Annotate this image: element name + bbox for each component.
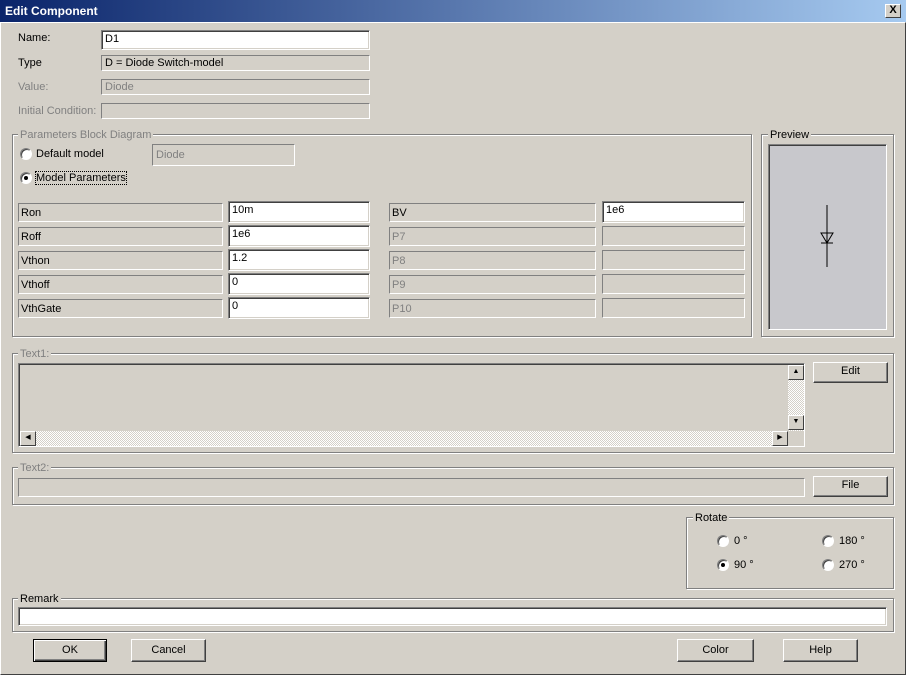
remark-label: Remark bbox=[18, 593, 61, 605]
param-field-p9 bbox=[602, 274, 745, 294]
model-parameters-radio[interactable] bbox=[20, 172, 32, 184]
param-label-bv: BV bbox=[389, 203, 596, 222]
default-model-radio[interactable] bbox=[20, 148, 32, 160]
radio-selected-icon bbox=[20, 172, 32, 184]
close-icon: X bbox=[889, 4, 897, 16]
radio-icon bbox=[20, 148, 32, 160]
preview-canvas bbox=[768, 144, 887, 330]
param-label-p10: P10 bbox=[389, 299, 596, 318]
param-field-vthon[interactable]: 1.2 bbox=[228, 249, 370, 271]
default-model-field: Diode bbox=[152, 144, 295, 166]
param-field-p7 bbox=[602, 226, 745, 246]
param-label-p8: P8 bbox=[389, 251, 596, 270]
param-label-ron: Ron bbox=[18, 203, 223, 222]
model-parameters-label[interactable]: Model Parameters bbox=[35, 171, 127, 185]
title-bar[interactable]: Edit Component X bbox=[0, 0, 906, 22]
value-field: Diode bbox=[101, 79, 370, 95]
color-button[interactable]: Color bbox=[677, 639, 754, 662]
param-field-vthgate[interactable]: 0 bbox=[228, 297, 370, 319]
rotate-group bbox=[686, 517, 894, 589]
rotate-180-radio[interactable] bbox=[822, 535, 834, 547]
rotate-270-radio[interactable] bbox=[822, 559, 834, 571]
rotate-270-label[interactable]: 270 ° bbox=[839, 559, 865, 571]
name-field[interactable]: D1 bbox=[101, 30, 370, 50]
remark-field[interactable] bbox=[18, 607, 887, 626]
param-label-vthgate: VthGate bbox=[18, 299, 223, 318]
close-button[interactable]: X bbox=[885, 4, 901, 18]
text2-field bbox=[18, 478, 805, 497]
window-title: Edit Component bbox=[5, 4, 98, 18]
scroll-right-button[interactable]: ▶ bbox=[772, 431, 788, 446]
param-field-p10 bbox=[602, 298, 745, 318]
text2-label: Text2: bbox=[18, 462, 52, 474]
param-field-bv[interactable]: 1e6 bbox=[602, 201, 745, 223]
ok-button[interactable]: OK bbox=[33, 639, 107, 662]
rotate-90-label[interactable]: 90 ° bbox=[734, 559, 754, 571]
radio-selected-icon bbox=[717, 559, 729, 571]
param-field-vthoff[interactable]: 0 bbox=[228, 273, 370, 295]
radio-icon bbox=[717, 535, 729, 547]
param-label-p9: P9 bbox=[389, 275, 596, 294]
rotate-0-radio[interactable] bbox=[717, 535, 729, 547]
help-button[interactable]: Help bbox=[783, 639, 858, 662]
type-label: Type bbox=[18, 57, 42, 69]
diode-icon bbox=[820, 205, 834, 267]
rotate-0-label[interactable]: 0 ° bbox=[734, 535, 748, 547]
param-label-roff: Roff bbox=[18, 227, 223, 246]
rotate-90-radio[interactable] bbox=[717, 559, 729, 571]
edit-button[interactable]: Edit bbox=[813, 362, 888, 383]
radio-icon bbox=[822, 535, 834, 547]
scroll-left-button[interactable]: ◀ bbox=[20, 431, 36, 446]
text1-label: Text1: bbox=[18, 348, 52, 360]
default-model-label[interactable]: Default model bbox=[36, 148, 104, 160]
param-field-p8 bbox=[602, 250, 745, 270]
text1-hscrollbar[interactable] bbox=[20, 431, 788, 446]
rotate-title: Rotate bbox=[693, 512, 730, 524]
param-field-ron[interactable]: 10m bbox=[228, 201, 370, 223]
param-label-p7: P7 bbox=[389, 227, 596, 246]
param-label-vthon: Vthon bbox=[18, 251, 223, 270]
initial-condition-label: Initial Condition: bbox=[18, 105, 97, 117]
text1-area[interactable]: ▲ ▼ ◀ ▶ bbox=[18, 363, 805, 447]
scroll-down-button[interactable]: ▼ bbox=[788, 415, 804, 430]
initial-condition-field bbox=[101, 103, 370, 119]
radio-icon bbox=[822, 559, 834, 571]
type-field: D = Diode Switch-model bbox=[101, 55, 370, 71]
cancel-button[interactable]: Cancel bbox=[131, 639, 206, 662]
scroll-up-button[interactable]: ▲ bbox=[788, 365, 804, 380]
param-field-roff[interactable]: 1e6 bbox=[228, 225, 370, 247]
name-label: Name: bbox=[18, 32, 51, 44]
parameters-group-title: Parameters Block Diagram bbox=[18, 129, 154, 141]
preview-title: Preview bbox=[768, 129, 812, 141]
value-label: Value: bbox=[18, 81, 49, 93]
file-button[interactable]: File bbox=[813, 476, 888, 497]
param-label-vthoff: Vthoff bbox=[18, 275, 223, 294]
rotate-180-label[interactable]: 180 ° bbox=[839, 535, 865, 547]
